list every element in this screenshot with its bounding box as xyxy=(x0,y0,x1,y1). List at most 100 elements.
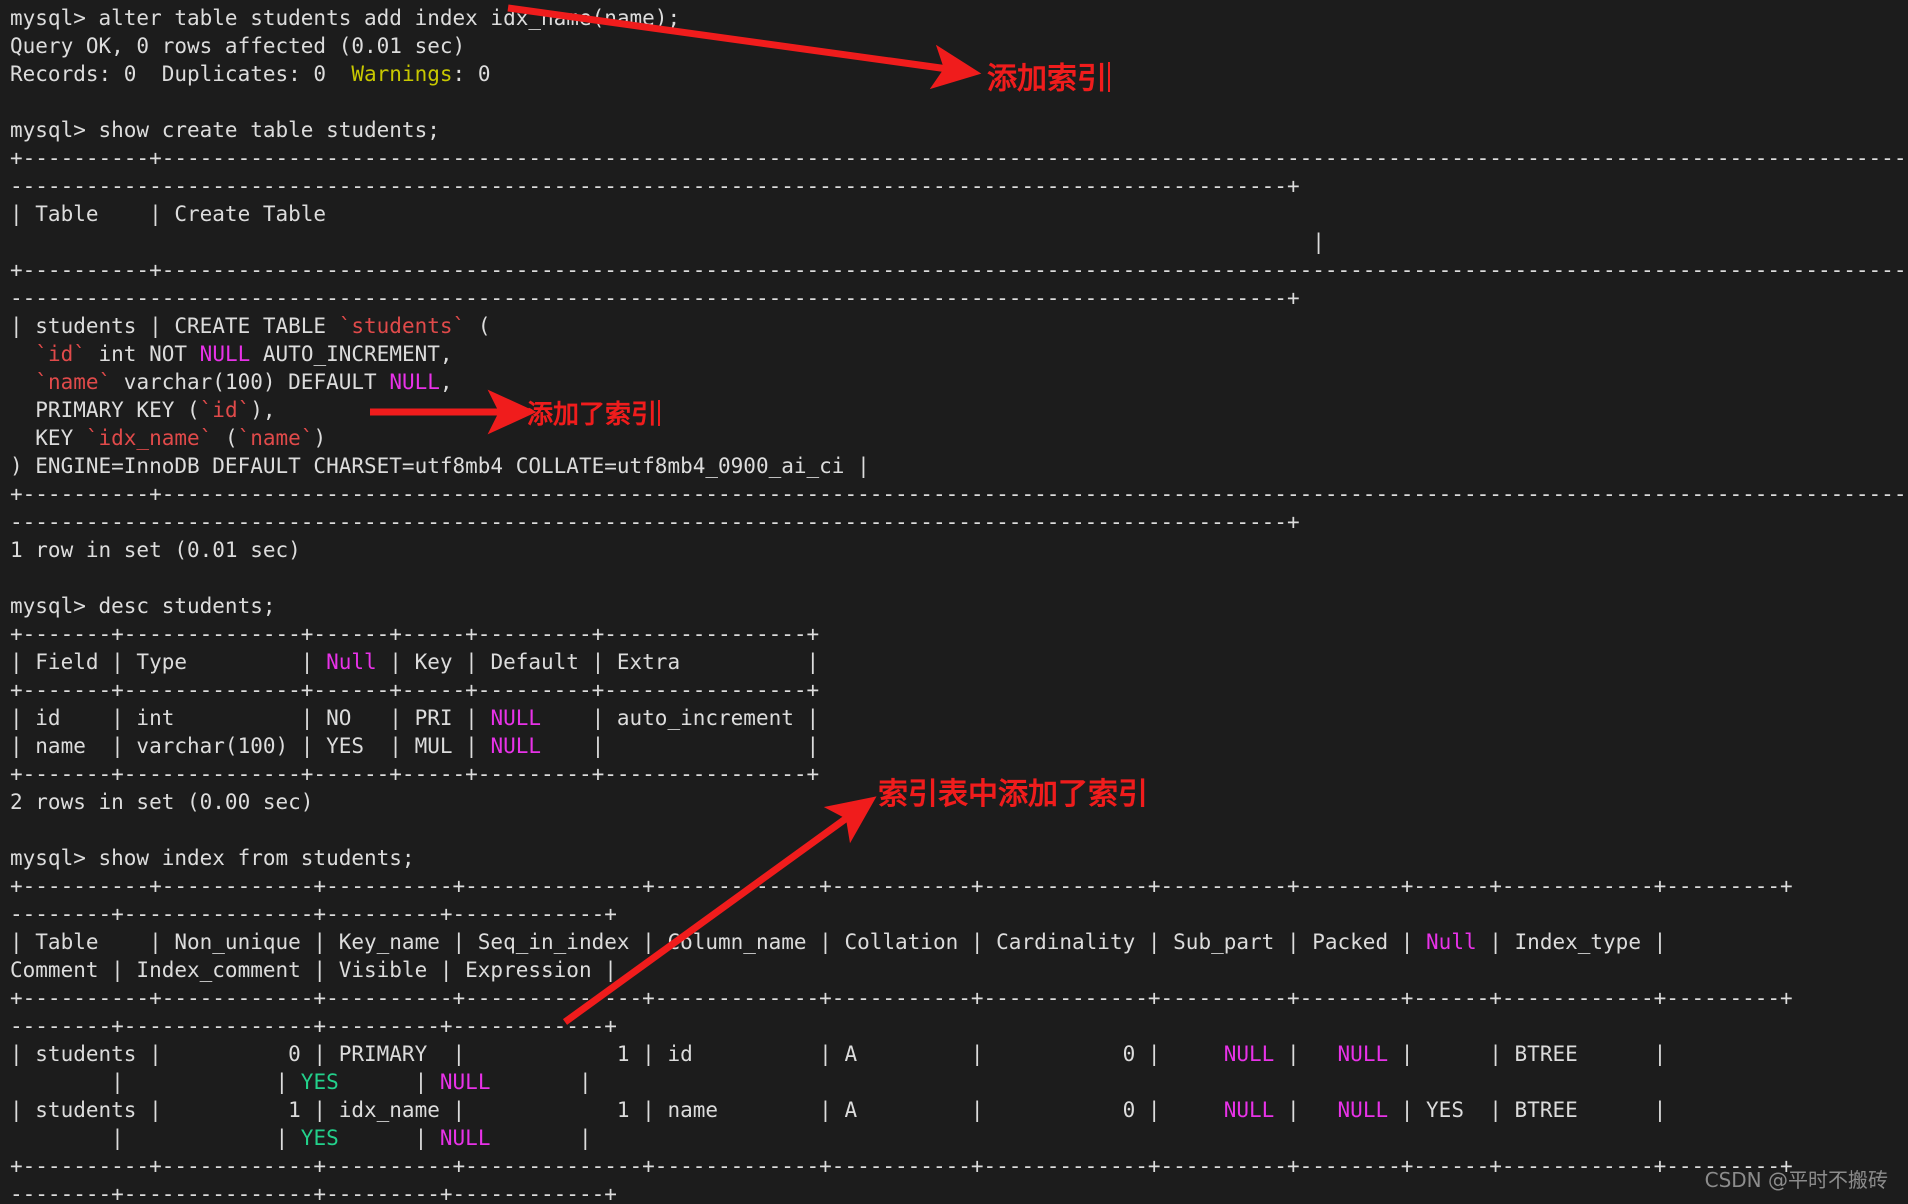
terminal-line: mysql> show index from students; xyxy=(10,844,1908,872)
terminal-line: | Table | Create Table xyxy=(10,200,1908,228)
terminal-text: | xyxy=(1274,1098,1338,1122)
terminal-text: +-------+--------------+------+-----+---… xyxy=(10,678,820,702)
terminal-text: | YES | BTREE | xyxy=(1388,1098,1667,1122)
terminal-line: +----------+----------------------------… xyxy=(10,480,1908,508)
terminal-text: | | xyxy=(10,1070,301,1094)
terminal-line: --------+---------------+---------+-----… xyxy=(10,1012,1908,1040)
terminal-line: +-------+--------------+------+-----+---… xyxy=(10,676,1908,704)
terminal-text: NULL xyxy=(1223,1042,1275,1066)
terminal-text: +----------+----------------------------… xyxy=(10,482,1907,506)
terminal-text: | xyxy=(490,1126,592,1150)
terminal-line: | xyxy=(10,228,1908,256)
terminal-text: Comment | Index_comment | Visible | Expr… xyxy=(10,958,617,982)
csdn-watermark: CSDN @平时不搬砖 xyxy=(1704,1168,1888,1192)
terminal-text: ----------------------------------------… xyxy=(10,510,1300,534)
terminal-text: | xyxy=(10,230,1325,254)
terminal-line: +-------+--------------+------+-----+---… xyxy=(10,620,1908,648)
terminal-line: `name` varchar(100) DEFAULT NULL, xyxy=(10,368,1908,396)
terminal-text: Records: 0 Duplicates: 0 xyxy=(10,62,352,86)
terminal-line: | name | varchar(100) | YES | MUL | NULL… xyxy=(10,732,1908,760)
terminal-text: `id` xyxy=(35,342,86,366)
terminal-text: ) xyxy=(313,426,327,450)
terminal-text: AUTO_INCREMENT, xyxy=(250,342,453,366)
terminal-line: ----------------------------------------… xyxy=(10,172,1908,200)
terminal-text: : 0 xyxy=(452,62,491,86)
terminal-text: ), xyxy=(250,398,276,422)
terminal-text: KEY xyxy=(10,426,86,450)
terminal-line: +----------+------------+----------+----… xyxy=(10,1152,1908,1180)
terminal-line: | students | CREATE TABLE `students` ( xyxy=(10,312,1908,340)
terminal-line: mysql> alter table students add index id… xyxy=(10,4,1908,32)
terminal-text: NULL xyxy=(199,342,251,366)
terminal-text: | xyxy=(338,1126,440,1150)
terminal-line: +----------+------------+----------+----… xyxy=(10,984,1908,1012)
terminal-line: 2 rows in set (0.00 sec) xyxy=(10,788,1908,816)
terminal-text: ( xyxy=(212,426,238,450)
terminal-text: | | xyxy=(10,1126,301,1150)
terminal-text: `students` xyxy=(338,314,466,338)
terminal-text: Null xyxy=(326,650,377,674)
terminal-text: NULL xyxy=(439,1126,491,1150)
terminal-text: | auto_increment | xyxy=(541,706,820,730)
terminal-text: | Table | Create Table xyxy=(10,202,327,226)
terminal-line: Comment | Index_comment | Visible | Expr… xyxy=(10,956,1908,984)
terminal-text: mysql> desc students; xyxy=(10,594,276,618)
terminal-line: --------+---------------+---------+-----… xyxy=(10,900,1908,928)
terminal-line: 1 row in set (0.01 sec) xyxy=(10,536,1908,564)
terminal-text: | xyxy=(338,1070,440,1094)
terminal-text: mysql> show index from students; xyxy=(10,846,415,870)
terminal-text: +----------+----------------------------… xyxy=(10,146,1907,170)
terminal-line: | students | 0 | PRIMARY | 1 | id | A | … xyxy=(10,1040,1908,1068)
terminal-line: KEY `idx_name` (`name`) xyxy=(10,424,1908,452)
terminal-text: NULL xyxy=(1337,1042,1389,1066)
terminal-line: +-------+--------------+------+-----+---… xyxy=(10,760,1908,788)
terminal-text: YES xyxy=(300,1126,339,1150)
terminal-text: | students | 1 | idx_name | 1 | name | A… xyxy=(10,1098,1224,1122)
terminal-line: +----------+------------+----------+----… xyxy=(10,872,1908,900)
terminal-line: | Field | Type | Null | Key | Default | … xyxy=(10,648,1908,676)
terminal-line: | Table | Non_unique | Key_name | Seq_in… xyxy=(10,928,1908,956)
terminal-text: ( xyxy=(465,314,491,338)
terminal-text: --------+---------------+---------+-----… xyxy=(10,1014,617,1038)
terminal-text: `name` xyxy=(237,426,314,450)
terminal-text: PRIMARY KEY ( xyxy=(10,398,200,422)
terminal-text: NULL xyxy=(1223,1098,1275,1122)
terminal-text: | id | int | NO | PRI | xyxy=(10,706,491,730)
terminal-text: `id` xyxy=(199,398,251,422)
terminal-text: | name | varchar(100) | YES | MUL | xyxy=(10,734,491,758)
terminal-line: PRIMARY KEY (`id`), xyxy=(10,396,1908,424)
terminal-text: | students | 0 | PRIMARY | 1 | id | A | … xyxy=(10,1042,1224,1066)
terminal-text: | Index_type | xyxy=(1476,930,1667,954)
terminal-text: ----------------------------------------… xyxy=(10,174,1300,198)
terminal-text: Null xyxy=(1426,930,1477,954)
terminal-line: `id` int NOT NULL AUTO_INCREMENT, xyxy=(10,340,1908,368)
terminal-text: +----------+------------+----------+----… xyxy=(10,874,1793,898)
terminal-text: | Key | Default | Extra | xyxy=(376,650,820,674)
terminal-text: --------+---------------+---------+-----… xyxy=(10,1182,617,1204)
terminal-text: 2 rows in set (0.00 sec) xyxy=(10,790,314,814)
terminal-text: , xyxy=(439,370,453,394)
terminal-line: mysql> show create table students; xyxy=(10,116,1908,144)
terminal-text: NULL xyxy=(1337,1098,1389,1122)
terminal-line: ----------------------------------------… xyxy=(10,284,1908,312)
terminal-text: NULL xyxy=(490,734,542,758)
terminal-line: | id | int | NO | PRI | NULL | auto_incr… xyxy=(10,704,1908,732)
terminal-line: ) ENGINE=InnoDB DEFAULT CHARSET=utf8mb4 … xyxy=(10,452,1908,480)
terminal-window[interactable]: mysql> alter table students add index id… xyxy=(0,0,1908,1204)
terminal-text: NULL xyxy=(439,1070,491,1094)
terminal-text: varchar(100) DEFAULT xyxy=(111,370,390,394)
terminal-text: +----------+----------------------------… xyxy=(10,258,1907,282)
terminal-text: | xyxy=(1274,1042,1338,1066)
terminal-text: ) ENGINE=InnoDB DEFAULT CHARSET=utf8mb4 … xyxy=(10,454,870,478)
terminal-text: ----------------------------------------… xyxy=(10,286,1300,310)
terminal-text: | Table | Non_unique | Key_name | Seq_in… xyxy=(10,930,1427,954)
terminal-text: Query OK, 0 rows affected (0.01 sec) xyxy=(10,34,466,58)
terminal-output: mysql> alter table students add index id… xyxy=(0,4,1908,1204)
terminal-text: mysql> show create table students; xyxy=(10,118,440,142)
terminal-text: | | BTREE | xyxy=(1388,1042,1667,1066)
